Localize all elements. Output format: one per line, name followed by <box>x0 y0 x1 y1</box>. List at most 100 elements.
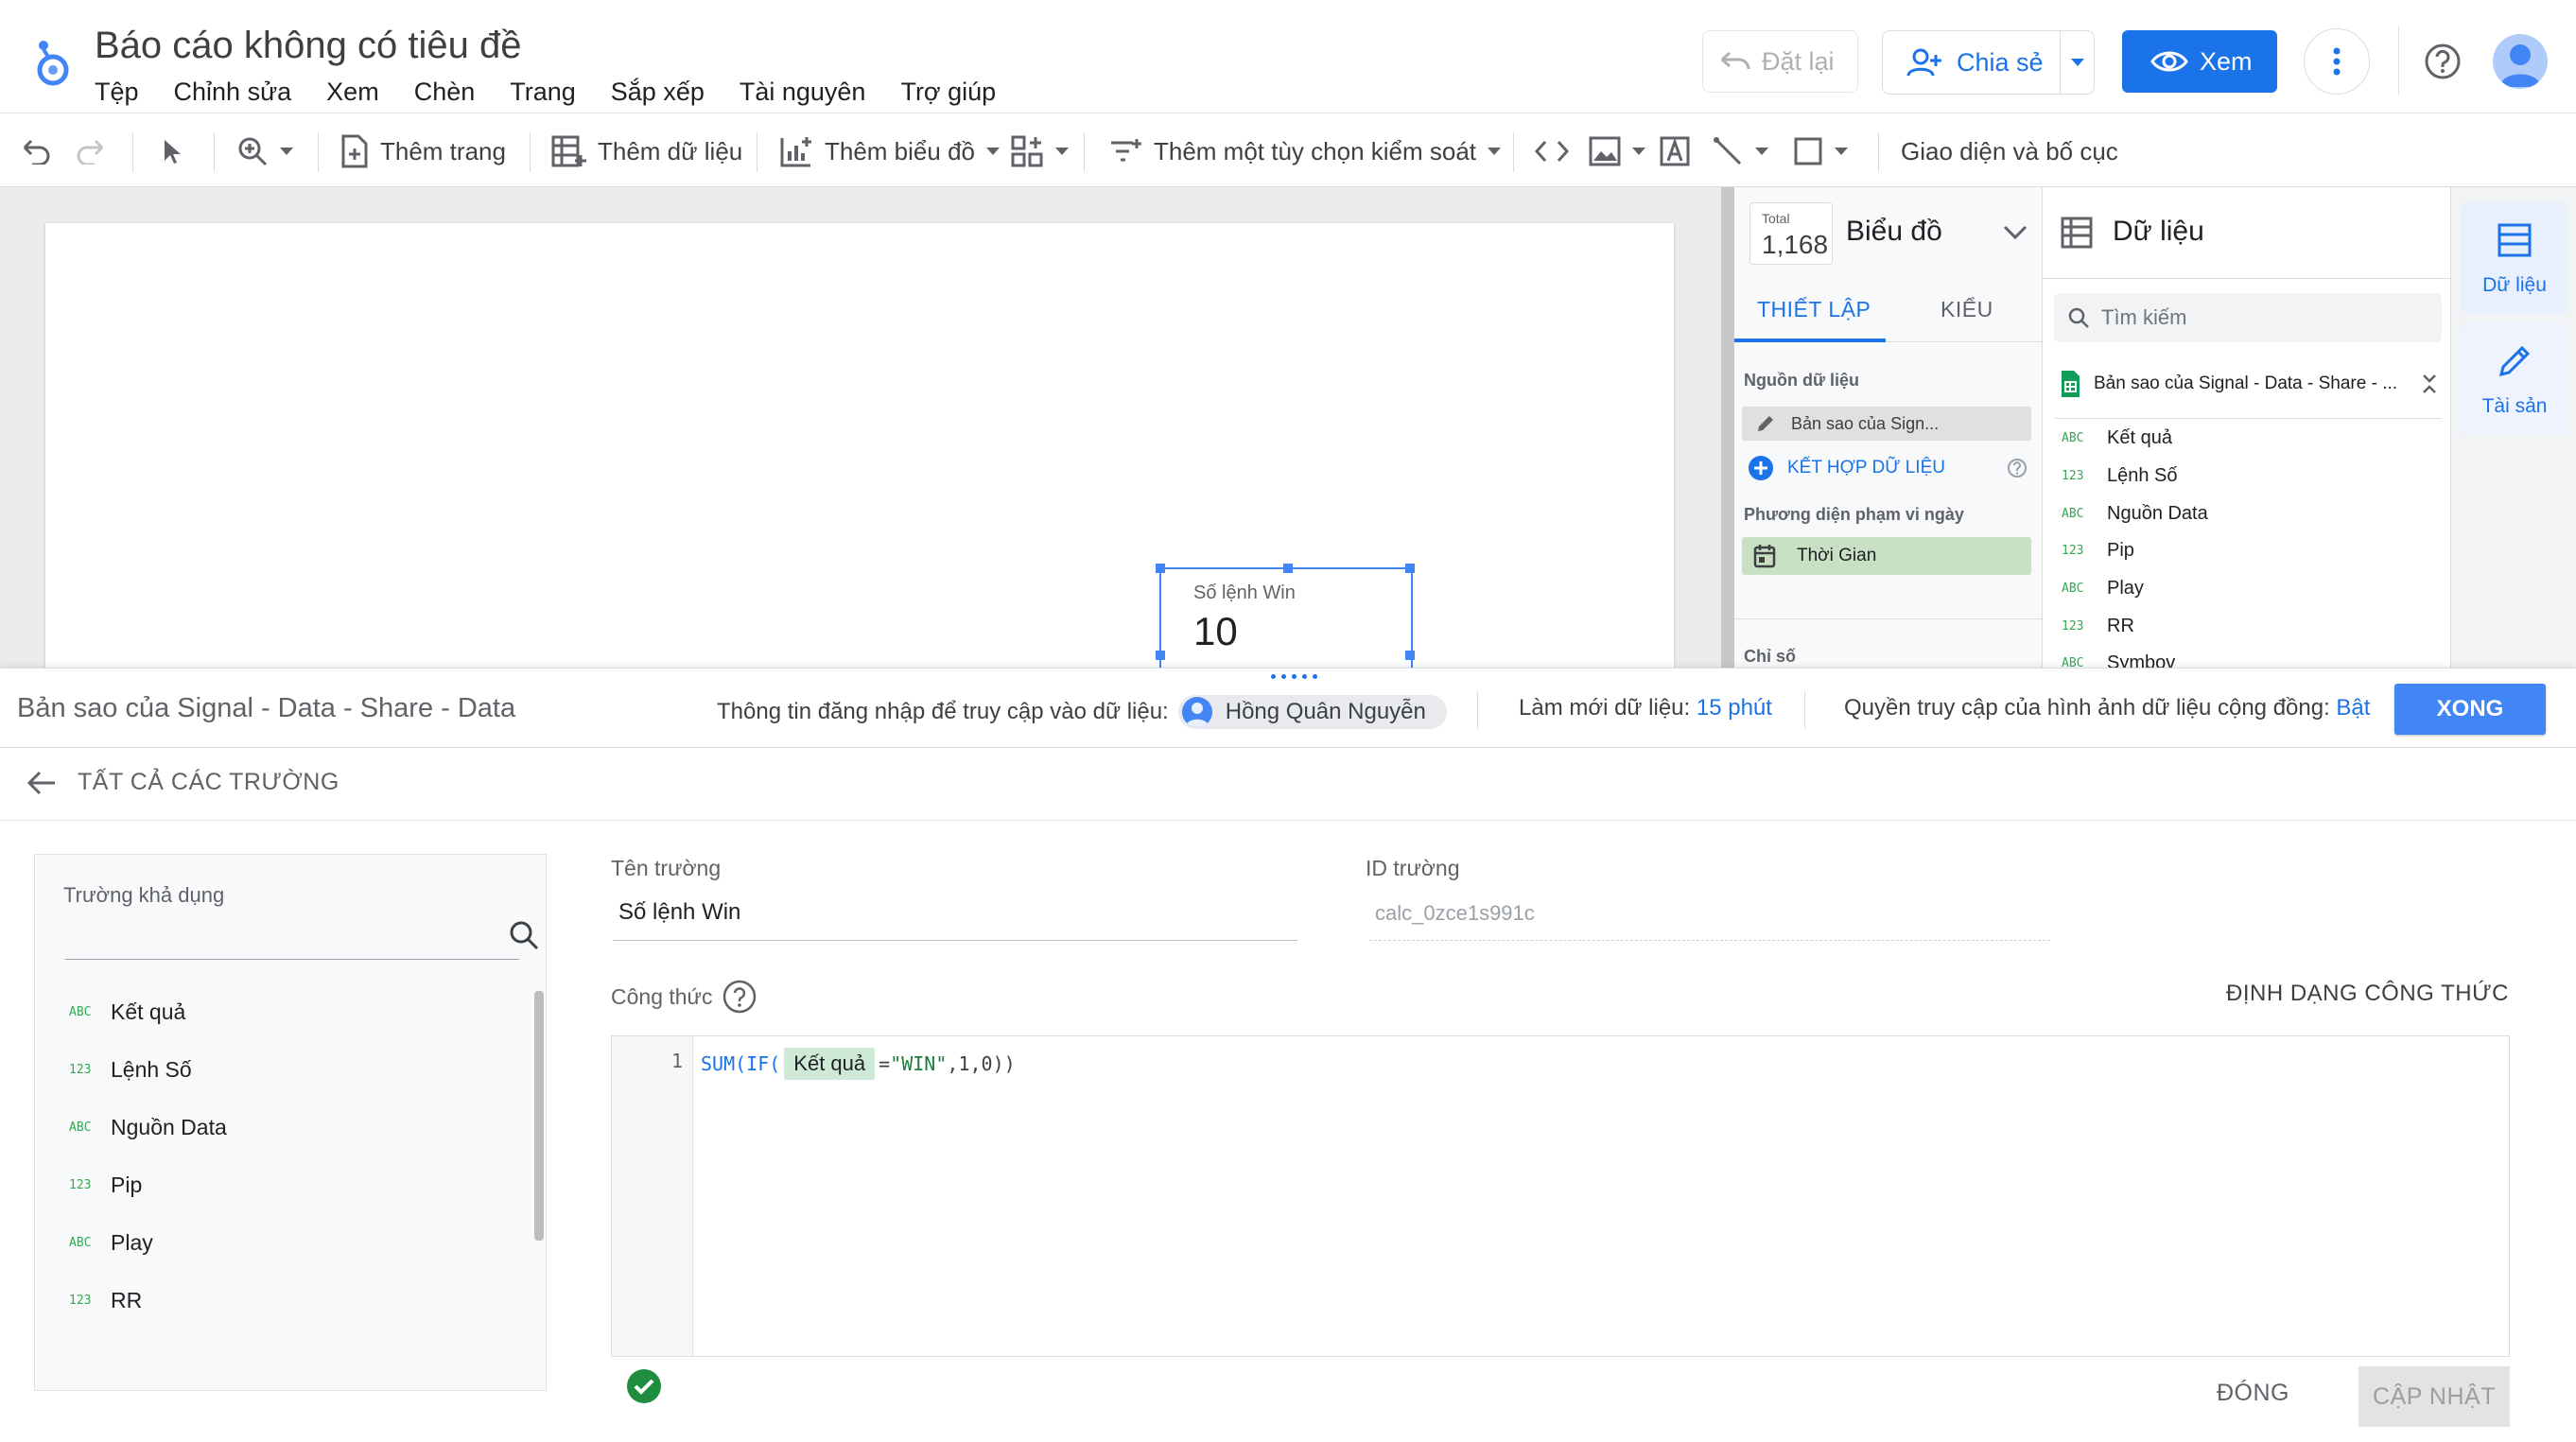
collapse-icon[interactable] <box>2421 373 2438 395</box>
data-source-header[interactable]: Bản sao của Signal - Data - Share - ... <box>2060 367 2447 401</box>
report-page[interactable]: Số lệnh Win 10 <box>45 223 1674 756</box>
data-field-item[interactable]: ABC Nguồn Data <box>2062 499 2208 528</box>
done-button[interactable]: XONG <box>2394 684 2546 735</box>
rail-assets-label: Tài sản <box>2481 395 2548 417</box>
field-name: Nguồn Data <box>2107 502 2208 524</box>
resize-handle[interactable] <box>1156 651 1165 660</box>
search-icon[interactable] <box>508 919 540 951</box>
menu-help[interactable]: Trợ giúp <box>900 78 996 107</box>
formula-field-chip[interactable]: Kết quả <box>784 1048 876 1080</box>
tab-setup[interactable]: THIẾT LẬP <box>1757 297 1871 322</box>
available-field-item[interactable]: 123 Pip <box>69 1168 142 1202</box>
date-range-label: Phương diện phạm vi ngày <box>1744 505 1964 524</box>
chart-type-thumbnail[interactable]: Total 1,168 <box>1749 202 1833 265</box>
pencil-icon[interactable] <box>1755 413 1776 434</box>
format-formula-button[interactable]: ĐỊNH DẠNG CÔNG THỨC <box>2226 981 2509 1007</box>
report-canvas: Số lệnh Win 10 <box>0 187 1721 756</box>
help-icon[interactable] <box>2423 42 2463 81</box>
tab-style[interactable]: KIỂU <box>1941 297 1993 322</box>
search-placeholder: Tìm kiếm <box>2101 305 2187 329</box>
data-search-input[interactable]: Tìm kiếm <box>2054 293 2442 342</box>
field-name: Nguồn Data <box>111 1114 227 1139</box>
blend-data-button[interactable]: KẾT HỢP DỮ LIỆU <box>1742 452 2031 484</box>
add-data-button[interactable]: Thêm dữ liệu <box>550 115 742 187</box>
share-button[interactable]: Chia sẻ <box>1882 30 2095 95</box>
close-button[interactable]: ĐÓNG <box>2217 1380 2289 1407</box>
avatar[interactable] <box>2493 34 2548 89</box>
select-cursor-icon[interactable] <box>161 115 183 187</box>
properties-panel: Total 1,168 Biểu đồ THIẾT LẬP KIỂU Nguồn… <box>1734 187 2043 669</box>
back-to-all-fields[interactable]: TẤT CẢ CÁC TRƯỜNG <box>26 769 339 796</box>
more-options-icon[interactable] <box>2304 28 2370 95</box>
share-dropdown-icon[interactable] <box>2060 31 2094 94</box>
menu-arrange[interactable]: Sắp xếp <box>611 78 705 107</box>
calendar-icon <box>1753 544 1776 568</box>
data-field-item[interactable]: 123 RR <box>2062 612 2134 640</box>
add-chart-button[interactable]: Thêm biểu đồ <box>779 115 1000 187</box>
help-circle-icon[interactable] <box>2007 458 2028 478</box>
canvas-scrollbar[interactable] <box>1721 187 1734 669</box>
view-button[interactable]: Xem <box>2122 30 2277 93</box>
zoom-icon[interactable] <box>236 115 293 187</box>
field-name-input[interactable]: Số lệnh Win <box>613 892 1297 941</box>
available-fields-scrollbar[interactable] <box>534 991 544 1241</box>
blend-label: KẾT HỢP DỮ LIỆU <box>1787 458 1945 478</box>
help-circle-icon[interactable] <box>722 979 757 1015</box>
menu-file[interactable]: Tệp <box>95 78 139 107</box>
text-box-icon[interactable] <box>1659 115 1691 187</box>
embed-code-icon[interactable] <box>1534 115 1570 187</box>
field-name: Kết quả <box>111 999 186 1024</box>
looker-studio-logo-icon[interactable] <box>34 38 72 87</box>
rail-data-label: Dữ liệu <box>2482 274 2547 296</box>
data-field-item[interactable]: ABC Symbov <box>2062 649 2175 670</box>
data-field-item[interactable]: 123 Lệnh Số <box>2062 461 2178 490</box>
resize-handle[interactable] <box>1405 651 1415 660</box>
shape-icon[interactable] <box>1793 115 1848 187</box>
redo-icon[interactable] <box>76 115 106 187</box>
formula-line[interactable]: SUM(IF( Kết quả = "WIN" ,1,0)) <box>701 1048 1016 1080</box>
report-title[interactable]: Báo cáo không có tiêu đề <box>95 25 521 67</box>
line-icon[interactable] <box>1712 115 1768 187</box>
undo-icon[interactable] <box>21 115 51 187</box>
menu-edit[interactable]: Chỉnh sửa <box>174 78 292 107</box>
available-field-item[interactable]: ABC Play <box>69 1225 153 1260</box>
formula-editor[interactable]: 1 SUM(IF( Kết quả = "WIN" ,1,0)) <box>611 1035 2510 1357</box>
available-field-item[interactable]: ABC Kết quả <box>69 995 185 1029</box>
resize-handle[interactable] <box>1156 564 1165 573</box>
available-fields-label: Trường khả dụng <box>63 883 225 907</box>
add-component-icon[interactable] <box>1010 115 1069 187</box>
available-field-item[interactable]: 123 RR <box>69 1283 142 1317</box>
update-button[interactable]: CẬP NHẬT <box>2358 1366 2510 1427</box>
data-panel-title: Dữ liệu <box>2113 216 2204 247</box>
editor-source-name[interactable]: Bản sao của Signal - Data - Share - Data <box>17 693 515 724</box>
access-value-link[interactable]: Bật <box>2336 695 2370 721</box>
add-page-button[interactable]: Thêm trang <box>340 115 506 187</box>
add-page-icon <box>340 134 369 168</box>
menu-insert[interactable]: Chèn <box>414 78 476 107</box>
add-control-label: Thêm một tùy chọn kiểm soát <box>1154 136 1477 165</box>
rail-assets-button[interactable]: Tài sản <box>2461 323 2568 435</box>
available-field-item[interactable]: ABC Nguồn Data <box>69 1110 227 1144</box>
data-field-item[interactable]: ABC Kết quả <box>2062 424 2172 452</box>
reset-button[interactable]: Đặt lại <box>1702 30 1858 93</box>
filter-control-icon <box>1108 137 1142 165</box>
chevron-down-icon[interactable] <box>2003 225 2028 240</box>
available-field-item[interactable]: 123 Lệnh Số <box>69 1052 192 1086</box>
resize-handle[interactable] <box>1283 564 1293 573</box>
menu-page[interactable]: Trang <box>510 78 576 107</box>
user-chip[interactable]: Hồng Quân Nguyễn <box>1177 695 1447 729</box>
add-control-button[interactable]: Thêm một tùy chọn kiểm soát <box>1108 115 1502 187</box>
refresh-value-link[interactable]: 15 phút <box>1697 695 1772 721</box>
resize-handle[interactable] <box>1405 564 1415 573</box>
menu-resource[interactable]: Tài nguyên <box>740 78 866 107</box>
datasource-selector[interactable]: Bản sao của Sign... <box>1742 407 2031 441</box>
menu-view[interactable]: Xem <box>326 78 379 107</box>
image-icon[interactable] <box>1589 115 1645 187</box>
theme-layout-button[interactable]: Giao diện và bố cục <box>1901 115 2118 187</box>
date-range-value: Thời Gian <box>1797 546 1877 565</box>
rail-data-button[interactable]: Dữ liệu <box>2461 202 2568 314</box>
data-field-item[interactable]: ABC Play <box>2062 574 2144 602</box>
divider <box>2043 278 2450 279</box>
date-range-dimension[interactable]: Thời Gian <box>1742 537 2031 575</box>
data-field-item[interactable]: 123 Pip <box>2062 536 2134 565</box>
